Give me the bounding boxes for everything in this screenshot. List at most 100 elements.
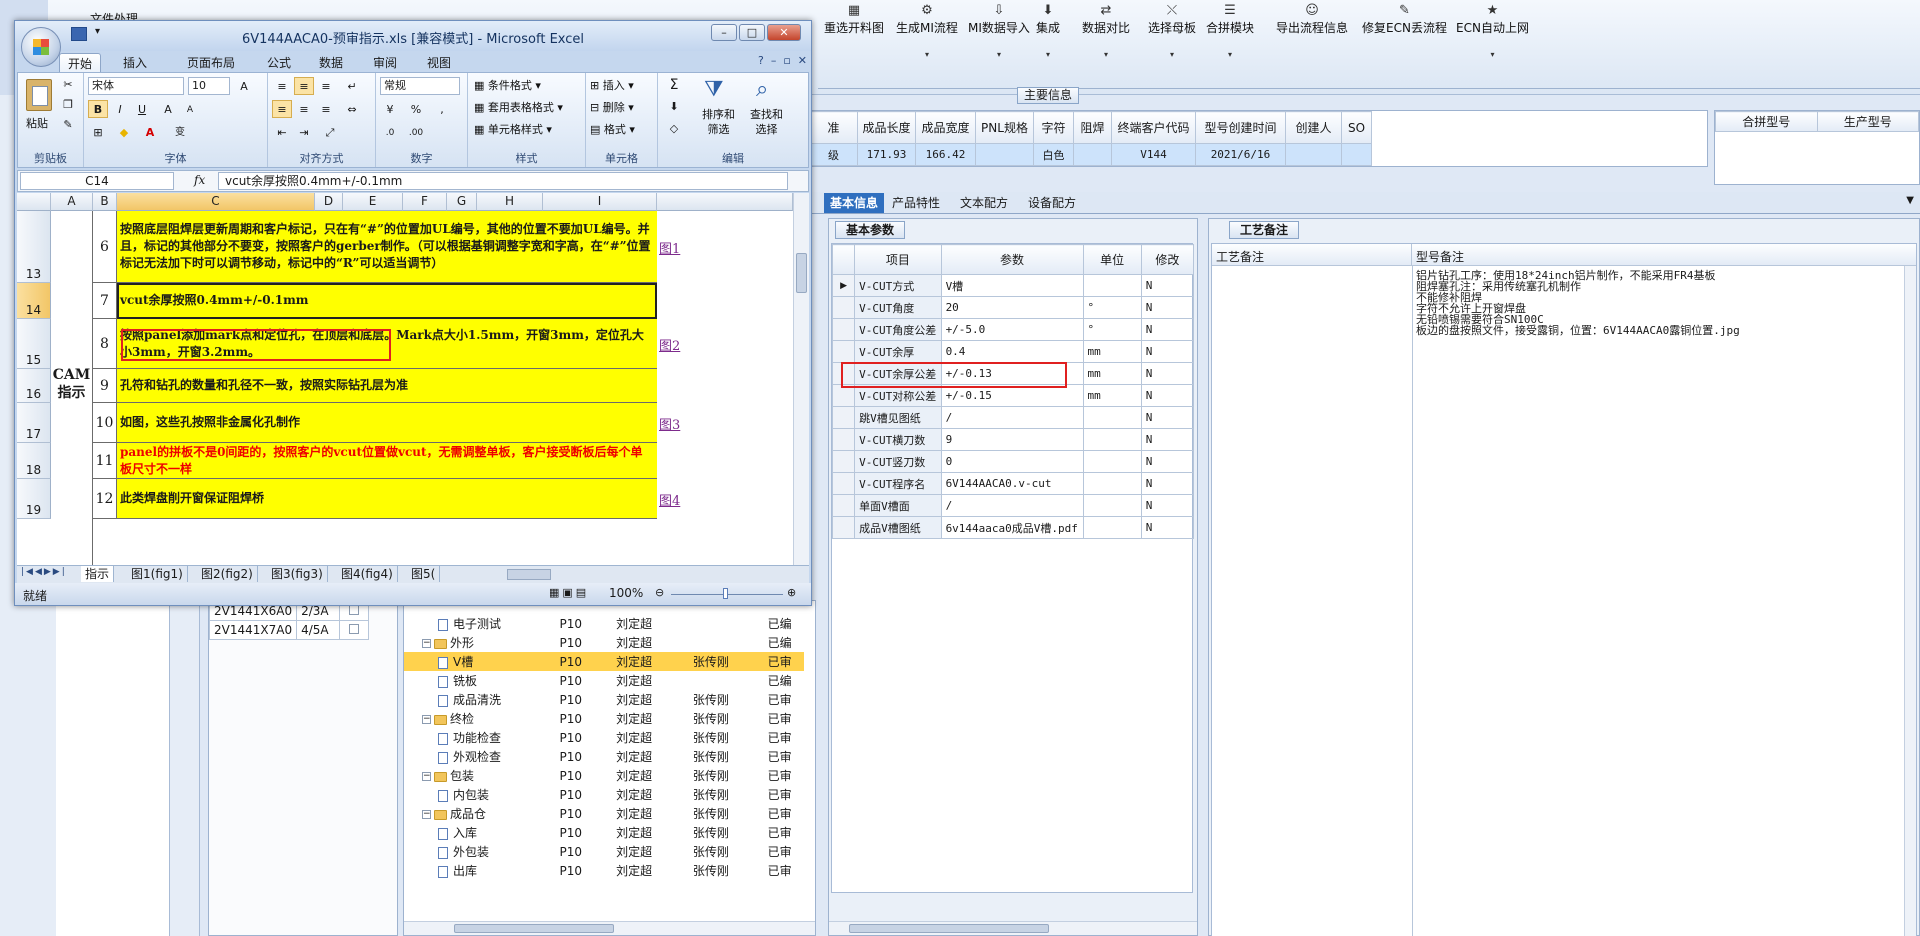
tree-cell[interactable]: 刘定超 (612, 671, 689, 690)
tree-name-cell[interactable]: 铣板 (404, 671, 556, 690)
item-number[interactable]: 8 (93, 319, 117, 369)
close-button[interactable]: ✕ (767, 24, 801, 41)
orientation-icon[interactable]: ⤢ (320, 123, 340, 141)
info-cell[interactable] (975, 143, 1034, 166)
param-cell[interactable]: V-CUT竖刀数 (854, 450, 942, 473)
tree-cell[interactable]: 已编 (764, 671, 804, 690)
param-cell[interactable]: +/-5.0 (940, 318, 1084, 341)
chevron-down-icon[interactable]: ▼ (1906, 195, 1914, 206)
tree-cell[interactable]: 已审 (764, 823, 804, 842)
header-cell[interactable]: 参数 (940, 244, 1084, 275)
param-cell[interactable] (1082, 450, 1142, 473)
copy-icon[interactable]: ❐ (58, 95, 78, 113)
param-cell[interactable]: N (1140, 406, 1195, 429)
detail-tab[interactable]: 产品特性 (886, 193, 946, 213)
decrease-decimal-icon[interactable]: .00 (406, 123, 426, 141)
decrease-indent-icon[interactable]: ⇤ (272, 123, 292, 141)
tree-name-cell[interactable]: 入库 (404, 823, 556, 842)
font-name-select[interactable]: 宋体 (88, 77, 184, 95)
tree-cell[interactable]: 张传刚 (689, 842, 764, 861)
param-cell[interactable]: N (1140, 450, 1195, 473)
tree-cell[interactable] (689, 614, 764, 633)
param-cell[interactable]: V-CUT方式 (854, 274, 942, 297)
param-cell[interactable] (1082, 516, 1142, 539)
param-cell[interactable]: 6V144AACA0.v-cut (940, 472, 1084, 495)
toolbar-button[interactable]: ⬇ 集成 ▾ (1036, 2, 1060, 92)
cell-style-button[interactable]: ▦ 单元格样式 ▾ (474, 121, 552, 137)
align-left-icon[interactable]: ≡ (272, 100, 292, 118)
table-row[interactable]: V-CUT余厚 0.4 mm N (831, 340, 1195, 363)
instruction-cell[interactable]: panel的拼板不是0间距的，按照客户的vcut位置做vcut，无需调整单板，客… (117, 443, 657, 479)
table-format-button[interactable]: ▦ 套用表格格式 ▾ (474, 99, 563, 115)
tree-row[interactable]: 外观检查 P10 刘定超 张传刚 已审 (404, 747, 804, 766)
info-cell[interactable]: 166.42 (915, 143, 976, 166)
param-cell[interactable]: 跳V槽见图纸 (854, 406, 942, 429)
tree-cell[interactable]: 已审 (764, 728, 804, 747)
detail-tab[interactable]: 基本信息 (824, 193, 885, 213)
tree-cell[interactable]: 刘定超 (612, 652, 689, 671)
tree-name-cell[interactable]: − 外形 (404, 633, 556, 652)
tree-cell[interactable]: P10 (556, 785, 613, 804)
sheet-tab[interactable]: 图1(fig1) (127, 566, 188, 582)
detail-tab[interactable]: 设备配方 (1022, 193, 1082, 213)
toolbar-button[interactable]: ☺ 导出流程信息 (1276, 2, 1348, 92)
param-cell[interactable]: N (1140, 340, 1195, 363)
tree-cell[interactable]: 已审 (764, 766, 804, 785)
tree-cell[interactable]: P10 (556, 709, 613, 728)
column-header[interactable]: E (343, 193, 403, 211)
row-header[interactable]: 15 (17, 319, 51, 369)
info-cell[interactable]: 白色 (1033, 143, 1074, 166)
row-header[interactable]: 17 (17, 403, 51, 443)
tree-cell[interactable]: 已审 (764, 861, 804, 880)
zoom-level[interactable]: 100% (609, 586, 643, 600)
param-cell[interactable]: V-CUT角度公差 (854, 318, 942, 341)
tree-row[interactable]: − 外形 P10 刘定超 已编 (404, 633, 804, 652)
tree-cell[interactable]: 已编 (764, 614, 804, 633)
sheet-tab[interactable]: 图2(fig2) (197, 566, 258, 582)
tree-cell[interactable]: P10 (556, 633, 613, 652)
instruction-cell[interactable]: 按照底层阻焊层更新周期和客户标记，只在有“#”的位置加UL编号，其他的位置不要加… (117, 211, 657, 283)
ribbon-tab[interactable]: 开始 (59, 53, 102, 73)
italic-button[interactable]: I (110, 100, 130, 118)
param-cell[interactable]: ° (1082, 318, 1142, 341)
param-cell[interactable]: 0.4 (940, 340, 1084, 363)
figure-link[interactable]: 图1 (659, 238, 680, 257)
toolbar-button[interactable]: ★ ECN自动上网 ▾ (1456, 2, 1529, 92)
row-header[interactable]: 18 (17, 443, 51, 479)
column-header[interactable]: G (447, 193, 477, 211)
sheet-tab[interactable]: 图4(fig4) (337, 566, 398, 582)
instruction-cell[interactable]: 此类焊盘削开窗保证阻焊桥 (117, 479, 657, 519)
maximize-button[interactable]: □ (739, 24, 765, 41)
tree-row[interactable]: 铣板 P10 刘定超 已编 (404, 671, 804, 690)
scroll-thumb[interactable] (796, 253, 807, 293)
wrap-text-icon[interactable]: ↵ (342, 77, 362, 95)
param-cell[interactable]: N (1140, 384, 1195, 407)
row-header[interactable]: 14 (17, 283, 51, 319)
tree-cell[interactable]: 刘定超 (612, 842, 689, 861)
tree-row[interactable]: − 终检 P10 刘定超 张传刚 已审 (404, 709, 804, 728)
ribbon-tab[interactable]: 公式 (259, 53, 299, 73)
tree-cell[interactable]: P10 (556, 861, 613, 880)
tree-cell[interactable]: P10 (556, 671, 613, 690)
info-cell[interactable] (1073, 143, 1112, 166)
tree-cell[interactable]: 刘定超 (612, 633, 689, 652)
header-cell[interactable]: 单位 (1082, 244, 1142, 275)
tree-row[interactable]: V槽 P10 刘定超 张传刚 已审 (404, 652, 804, 671)
tree-name-cell[interactable]: 功能检查 (404, 728, 556, 747)
figure-link[interactable]: 图4 (659, 490, 680, 509)
item-number[interactable]: 12 (93, 479, 117, 519)
tree-cell[interactable]: 刘定超 (612, 766, 689, 785)
collapse-icon[interactable]: − (422, 639, 431, 648)
info-cell[interactable] (1285, 143, 1342, 166)
decrease-font-icon[interactable]: A (180, 100, 200, 118)
ribbon-tab[interactable]: 页面布局 (179, 53, 243, 73)
row-header[interactable]: 13 (17, 211, 51, 283)
percent-button[interactable]: % (406, 100, 426, 118)
underline-button[interactable]: U (132, 100, 152, 118)
tree-cell[interactable]: 张传刚 (689, 728, 764, 747)
align-right-icon[interactable]: ≡ (316, 100, 336, 118)
tree-row[interactable]: 成品清洗 P10 刘定超 张传刚 已审 (404, 690, 804, 709)
header-cell[interactable]: 字符 (1033, 111, 1074, 144)
param-cell[interactable]: N (1140, 472, 1195, 495)
ribbon-tab[interactable]: 视图 (419, 53, 459, 73)
